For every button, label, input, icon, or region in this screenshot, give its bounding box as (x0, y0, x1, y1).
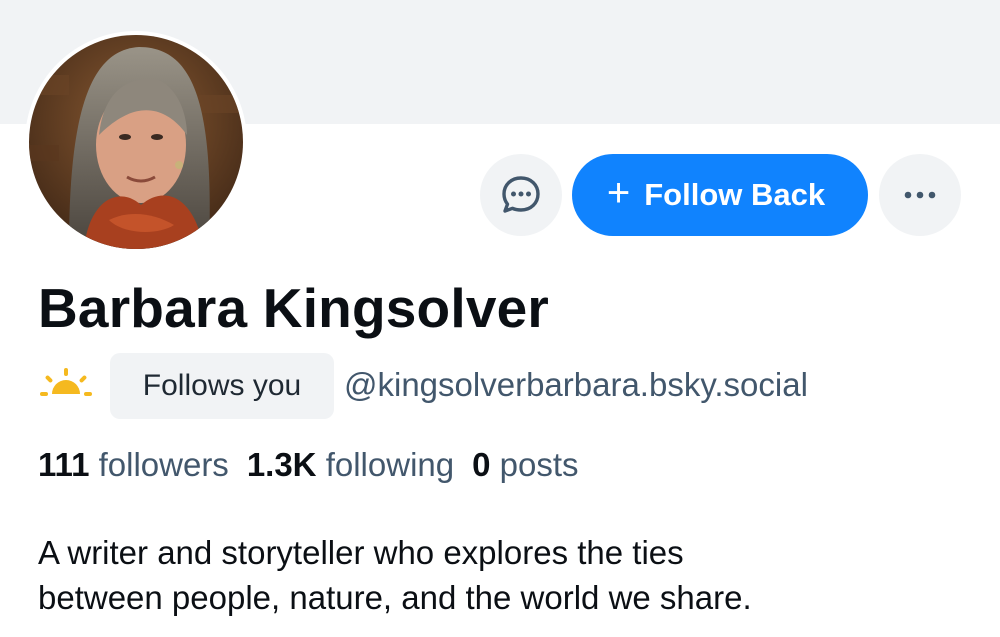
ellipsis-icon (904, 191, 936, 199)
followers-count: 111 (38, 446, 90, 483)
chat-bubble-icon (502, 176, 540, 213)
following-link[interactable]: 1.3K following (247, 446, 454, 483)
profile-bio: A writer and storyteller who explores th… (38, 530, 978, 620)
bio-line: A writer and storyteller who explores th… (38, 534, 684, 571)
bio-line: between people, nature, and the world we… (38, 579, 752, 616)
posts-count: 0 (472, 446, 491, 483)
posts-stat: 0 posts (472, 446, 578, 483)
follows-you-badge: Follows you (110, 353, 334, 419)
avatar[interactable] (25, 31, 247, 253)
avatar-image (29, 35, 243, 249)
followers-link[interactable]: 111 followers (38, 446, 229, 483)
posts-label: posts (499, 446, 579, 483)
message-button[interactable] (480, 154, 562, 236)
plus-icon: + (606, 171, 631, 215)
following-label: following (325, 446, 455, 483)
followers-label: followers (98, 446, 229, 483)
profile-handle[interactable]: @kingsolverbarbara.bsky.social (344, 366, 808, 404)
following-count: 1.3K (246, 446, 317, 483)
sunrise-icon (38, 364, 94, 409)
follow-back-label: Follow Back (644, 177, 826, 212)
more-options-button[interactable] (879, 154, 961, 236)
profile-stats: 111 followers 1.3K following 0 posts (38, 446, 579, 484)
follow-back-button[interactable]: + Follow Back (572, 154, 868, 236)
display-name: Barbara Kingsolver (38, 277, 550, 339)
